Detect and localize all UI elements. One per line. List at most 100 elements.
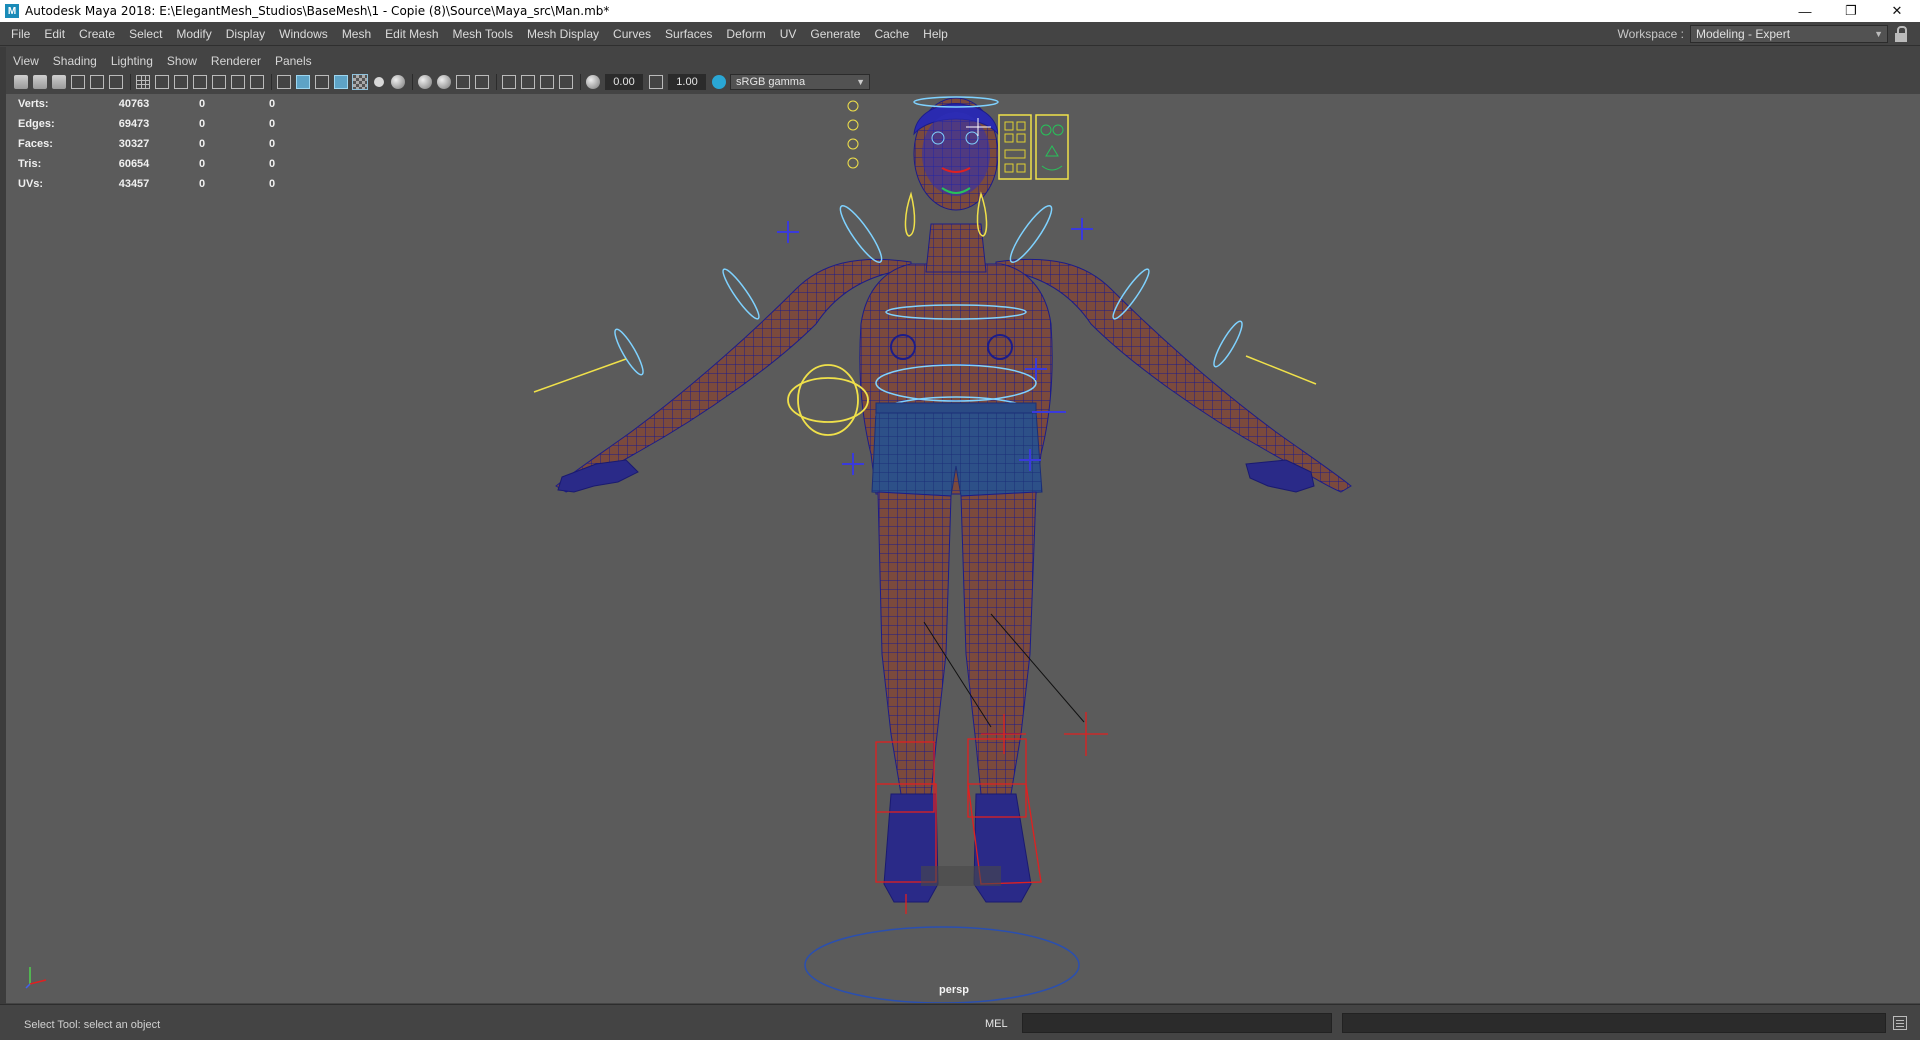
field-chart-icon[interactable] [212, 75, 226, 89]
picker-slot[interactable] [1016, 133, 1026, 143]
menu-uv[interactable]: UV [773, 22, 804, 46]
perspective-viewport[interactable] [6, 94, 1920, 1003]
exposure-icon[interactable] [586, 75, 600, 89]
gamma-field[interactable]: 1.00 [668, 74, 706, 90]
isolate-select-icon[interactable] [502, 75, 516, 89]
script-editor-icon[interactable] [1893, 1016, 1907, 1030]
shadows-icon[interactable] [391, 75, 405, 89]
screen-space-ao-icon[interactable] [418, 75, 432, 89]
menu-mesh[interactable]: Mesh [335, 22, 378, 46]
menu-modify[interactable]: Modify [169, 22, 218, 46]
menu-create[interactable]: Create [72, 22, 122, 46]
picker-slot[interactable] [1004, 149, 1026, 159]
clavicle-control-left[interactable] [904, 191, 916, 237]
shoulder-control-left[interactable] [835, 202, 887, 267]
panel-menu-renderer[interactable]: Renderer [204, 54, 268, 68]
picker-nose[interactable] [1045, 145, 1059, 157]
picker-slot[interactable] [1004, 133, 1014, 143]
xray-joints-icon[interactable] [540, 75, 554, 89]
picker-slot[interactable] [1016, 121, 1026, 131]
script-language-toggle[interactable]: MEL [985, 1018, 1008, 1030]
grid-icon[interactable] [136, 75, 150, 89]
safe-action-icon[interactable] [231, 75, 245, 89]
panel-menu-show[interactable]: Show [160, 54, 204, 68]
wireframe-on-shaded-icon[interactable] [334, 75, 348, 89]
picker-mouth[interactable] [1041, 165, 1063, 171]
menu-display[interactable]: Display [219, 22, 272, 46]
left-leg-mesh[interactable] [877, 491, 952, 795]
depth-of-field-icon[interactable] [475, 75, 489, 89]
safe-title-icon[interactable] [250, 75, 264, 89]
menu-mesh-tools[interactable]: Mesh Tools [446, 22, 520, 46]
default-material-icon[interactable] [315, 75, 329, 89]
select-camera-icon[interactable] [14, 75, 28, 89]
menu-windows[interactable]: Windows [272, 22, 335, 46]
elbow-control-left[interactable] [719, 266, 763, 322]
resolution-gate-icon[interactable] [174, 75, 188, 89]
menu-edit-mesh[interactable]: Edit Mesh [378, 22, 445, 46]
textured-icon[interactable] [352, 74, 368, 90]
close-button[interactable]: ✕ [1874, 0, 1920, 22]
toggle-control[interactable] [847, 138, 859, 150]
wrist-control-right[interactable] [1210, 318, 1246, 369]
cog-control[interactable] [797, 364, 859, 436]
toolbar-separator [130, 74, 131, 90]
panel-menu-lighting[interactable]: Lighting [104, 54, 160, 68]
menu-surfaces[interactable]: Surfaces [658, 22, 719, 46]
menu-curves[interactable]: Curves [606, 22, 658, 46]
film-gate-icon[interactable] [155, 75, 169, 89]
anti-aliasing-icon[interactable] [456, 75, 470, 89]
gate-mask-icon[interactable] [193, 75, 207, 89]
minimize-button[interactable]: — [1782, 0, 1828, 22]
panel-menu-shading[interactable]: Shading [46, 54, 104, 68]
toggle-control[interactable] [847, 100, 859, 112]
cog-control-ring[interactable] [787, 377, 869, 423]
xray-components-icon[interactable] [559, 75, 573, 89]
command-input[interactable] [1022, 1013, 1332, 1033]
menu-cache[interactable]: Cache [867, 22, 916, 46]
menu-edit[interactable]: Edit [37, 22, 72, 46]
menu-generate[interactable]: Generate [803, 22, 867, 46]
picker-eye-left[interactable] [1040, 124, 1052, 136]
hud-value-selected: 0 [198, 98, 206, 110]
exposure-field[interactable]: 0.00 [605, 74, 643, 90]
panel-menu-view[interactable]: View [6, 54, 46, 68]
menu-help[interactable]: Help [916, 22, 955, 46]
shoulder-control-right[interactable] [1005, 202, 1057, 267]
xray-icon[interactable] [521, 75, 535, 89]
menu-mesh-display[interactable]: Mesh Display [520, 22, 606, 46]
right-leg-mesh[interactable] [960, 491, 1037, 795]
workspace-dropdown[interactable]: Modeling - Expert ▼ [1690, 25, 1888, 43]
panel-menu-panels[interactable]: Panels [268, 54, 319, 68]
lock-icon[interactable] [1894, 26, 1908, 42]
menu-file[interactable]: File [0, 22, 37, 46]
face-picker-panel-left[interactable] [998, 114, 1032, 180]
wrist-control-left[interactable] [611, 326, 647, 377]
view-transform-dropdown[interactable]: sRGB gamma ▼ [730, 74, 870, 90]
hand-ik-line-right[interactable] [1245, 355, 1317, 385]
hand-ik-line-left[interactable] [533, 358, 627, 393]
gamma-icon[interactable] [649, 75, 663, 89]
neck-mesh[interactable] [925, 223, 987, 273]
toggle-control[interactable] [847, 157, 859, 169]
color-management-icon[interactable] [712, 75, 726, 89]
picker-slot[interactable] [1004, 121, 1014, 131]
face-picker-panel-right[interactable] [1035, 114, 1069, 180]
image-plane-icon[interactable] [71, 75, 85, 89]
motion-blur-icon[interactable] [437, 75, 451, 89]
left-hand-mesh[interactable] [557, 459, 639, 493]
grease-pencil-icon[interactable] [109, 75, 123, 89]
wireframe-icon[interactable] [277, 75, 291, 89]
2d-pan-zoom-icon[interactable] [90, 75, 104, 89]
use-all-lights-icon[interactable] [374, 77, 384, 87]
picker-slot[interactable] [1004, 163, 1014, 173]
toggle-control[interactable] [847, 119, 859, 131]
bookmarks-icon[interactable] [52, 75, 66, 89]
smooth-shade-icon[interactable] [296, 75, 310, 89]
picker-slot[interactable] [1016, 163, 1026, 173]
menu-select[interactable]: Select [122, 22, 169, 46]
menu-deform[interactable]: Deform [719, 22, 772, 46]
picker-eye-right[interactable] [1052, 124, 1064, 136]
restore-button[interactable]: ❐ [1828, 0, 1874, 22]
camera-attributes-icon[interactable] [33, 75, 47, 89]
